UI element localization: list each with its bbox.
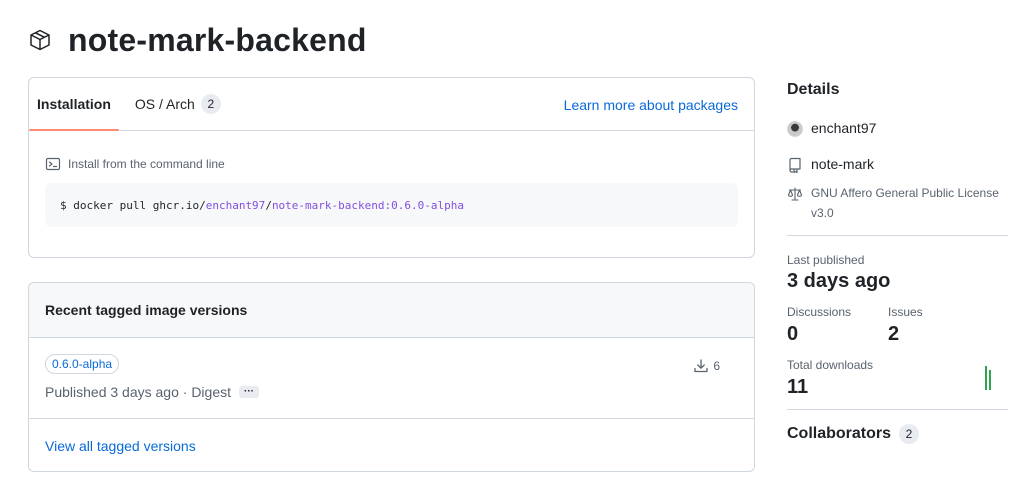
license-text: GNU Affero General Public License v3.0	[811, 183, 999, 223]
docker-pull-command[interactable]: $ docker pull ghcr.io/enchant97/note-mar…	[45, 183, 738, 227]
owner-item[interactable]: enchant97	[787, 120, 1008, 137]
sidebar-divider	[787, 235, 1008, 236]
issues-label: Issues	[888, 305, 923, 319]
last-published-label: Last published	[787, 253, 865, 267]
last-published-value: 3 days ago	[787, 270, 891, 292]
recent-versions-panel: Recent tagged image versions 0.6.0-alpha…	[28, 282, 755, 472]
package-icon	[28, 28, 52, 52]
collaborators-count-badge: 2	[899, 424, 920, 444]
version-row: 0.6.0-alpha Published 3 days ago · Diges…	[29, 338, 754, 419]
downloads-sparkline	[985, 366, 991, 390]
command-separator: /	[265, 198, 272, 212]
owner-name: enchant97	[811, 120, 877, 136]
command-line-label-text: Install from the command line	[68, 157, 225, 171]
terminal-icon	[45, 156, 61, 172]
version-published-text: Published 3 days ago · Digest	[45, 384, 231, 400]
page-title: note-mark-backend	[68, 21, 367, 58]
tab-bar: Installation OS / Arch 2 Learn more abou…	[29, 78, 754, 131]
issues-stat[interactable]: Issues 2	[888, 305, 989, 346]
details-heading: Details	[787, 81, 840, 98]
versions-heading: Recent tagged image versions	[29, 283, 754, 338]
discussions-stat[interactable]: Discussions 0	[787, 305, 888, 346]
discussions-value: 0	[787, 323, 799, 345]
digest-expand-button[interactable]: ···	[239, 386, 259, 398]
command-line-label: Install from the command line	[45, 155, 738, 173]
tab-installation-label: Installation	[37, 96, 111, 112]
version-downloads: 6	[693, 358, 720, 374]
repo-item[interactable]: note-mark	[787, 156, 1008, 173]
downloads-stat: Total downloads 11	[787, 358, 1008, 399]
discussions-label: Discussions	[787, 305, 852, 319]
learn-more-link[interactable]: Learn more about packages	[564, 78, 738, 131]
issues-value: 2	[888, 323, 900, 345]
license-line-2: v3.0	[811, 206, 834, 220]
tab-installation[interactable]: Installation	[29, 78, 119, 131]
tab-os-arch[interactable]: OS / Arch 2	[127, 78, 229, 130]
license-item[interactable]: GNU Affero General Public License v3.0	[787, 183, 1008, 223]
version-download-count: 6	[713, 359, 720, 373]
command-owner: enchant97	[205, 198, 266, 212]
tab-os-arch-label: OS / Arch	[134, 96, 195, 112]
details-sidebar: Details enchant97 note-mark GNU Affero G…	[787, 77, 1008, 444]
installation-panel: Installation OS / Arch 2 Learn more abou…	[28, 77, 755, 258]
command-prefix: $ docker pull ghcr.io/	[60, 198, 206, 212]
page-header: note-mark-backend	[28, 20, 367, 60]
owner-avatar	[787, 121, 803, 137]
version-meta: Published 3 days ago · Digest ···	[45, 384, 738, 400]
collaborators-label: Collaborators	[787, 425, 892, 442]
repo-icon	[787, 157, 803, 173]
total-downloads-value: 11	[787, 376, 809, 398]
view-all-versions-link[interactable]: View all tagged versions	[29, 419, 754, 471]
download-icon	[693, 358, 709, 374]
sidebar-divider-2	[787, 409, 1008, 410]
repo-name: note-mark	[811, 156, 875, 172]
law-icon	[787, 186, 803, 202]
discussion-issues-row: Discussions 0 Issues 2	[787, 305, 1008, 346]
version-tag-link[interactable]: 0.6.0-alpha	[45, 354, 120, 374]
command-image: note-mark-backend:0.6.0-alpha	[271, 198, 464, 212]
os-arch-count-badge: 2	[200, 94, 221, 114]
total-downloads-label: Total downloads	[787, 358, 874, 372]
collaborators-heading: Collaborators 2	[787, 424, 1008, 444]
license-line-1: GNU Affero General Public License	[811, 186, 999, 200]
